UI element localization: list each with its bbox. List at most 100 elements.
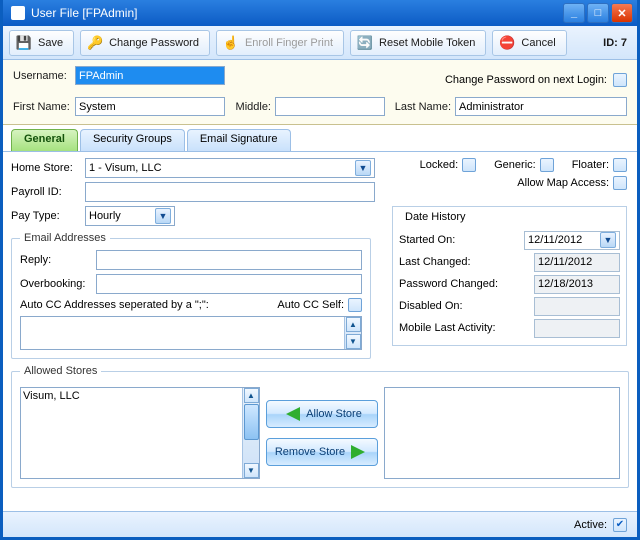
floater-label: Floater: (572, 159, 609, 171)
home-store-combo[interactable]: 1 - Visum, LLC ▼ (85, 158, 375, 178)
pwd-changed-field: 12/18/2013 (534, 275, 620, 294)
home-store-label: Home Store: (11, 162, 81, 174)
change-on-next-checkbox[interactable] (613, 73, 627, 87)
date-history-box: Date History Started On: 12/11/2012 ▼ La… (392, 206, 627, 346)
scrollbar[interactable]: ▲ ▼ (242, 388, 259, 478)
tab-email-signature[interactable]: Email Signature (187, 129, 291, 151)
overbooking-field[interactable] (96, 274, 362, 294)
key-icon (87, 35, 103, 51)
pay-type-value: Hourly (89, 210, 121, 222)
scroll-down-icon[interactable]: ▼ (244, 463, 259, 478)
reply-label: Reply: (20, 254, 92, 266)
tab-content-general: Home Store: 1 - Visum, LLC ▼ Payroll ID:… (3, 152, 637, 511)
arrow-left-icon (282, 407, 300, 421)
generic-label: Generic: (494, 159, 536, 171)
autocc-label: Auto CC Addresses seperated by a ";": (20, 299, 209, 311)
minimize-button[interactable]: _ (563, 3, 585, 23)
allow-store-button[interactable]: Allow Store (266, 400, 378, 428)
window-title: User File [FPAdmin] (31, 6, 563, 20)
email-addresses-box: Email Addresses Reply: Overbooking: Auto… (11, 232, 371, 359)
available-stores-list[interactable]: Visum, LLC ▲ ▼ (20, 387, 260, 479)
allowed-stores-list[interactable] (384, 387, 620, 479)
chevron-down-icon: ▼ (600, 232, 616, 248)
remove-store-button[interactable]: Remove Store (266, 438, 378, 466)
disabled-on-field (534, 297, 620, 316)
app-window: User File [FPAdmin] _ □ ✕ Save Change Pa… (0, 0, 640, 540)
generic-checkbox[interactable] (540, 158, 554, 172)
right-flags: Locked: Generic: Floater: Allow Map Acce… (392, 158, 627, 194)
mobile-last-field (534, 319, 620, 338)
scroll-thumb[interactable] (244, 404, 259, 440)
active-label: Active: (574, 519, 607, 531)
date-history-legend: Date History (401, 211, 470, 223)
footer: Active: ✔ (3, 511, 637, 537)
toolbar: Save Change Password Enroll Finger Print… (3, 26, 637, 60)
email-addresses-legend: Email Addresses (20, 232, 110, 244)
pay-type-combo[interactable]: Hourly ▼ (85, 206, 175, 226)
allow-map-label: Allow Map Access: (517, 177, 609, 189)
mobile-last-label: Mobile Last Activity: (399, 322, 496, 334)
tab-bar: General Security Groups Email Signature (3, 125, 637, 152)
titlebar[interactable]: User File [FPAdmin] _ □ ✕ (3, 0, 637, 26)
change-on-next-label: Change Password on next Login: (445, 74, 607, 86)
pay-type-label: Pay Type: (11, 210, 81, 222)
lastname-label: Last Name: (385, 101, 455, 113)
last-changed-field: 12/11/2012 (534, 253, 620, 272)
store-transfer-buttons: Allow Store Remove Store (266, 387, 378, 479)
app-icon (11, 6, 25, 20)
arrow-right-icon (351, 445, 369, 459)
fingerprint-icon (223, 35, 239, 51)
reset-mobile-button[interactable]: Reset Mobile Token (350, 30, 486, 56)
chevron-down-icon: ▼ (355, 160, 371, 176)
form-header: Username: Change Password on next Login:… (3, 60, 637, 125)
floater-checkbox[interactable] (613, 158, 627, 172)
middle-label: Middle: (225, 101, 275, 113)
list-item[interactable]: Visum, LLC (23, 390, 257, 402)
last-changed-label: Last Changed: (399, 256, 471, 268)
enroll-fingerprint-label: Enroll Finger Print (245, 37, 333, 49)
home-store-value: 1 - Visum, LLC (89, 162, 162, 174)
payroll-id-field[interactable] (85, 182, 375, 202)
disabled-on-label: Disabled On: (399, 300, 463, 312)
allow-map-checkbox[interactable] (613, 176, 627, 190)
firstname-field[interactable] (75, 97, 225, 116)
tab-security-groups[interactable]: Security Groups (80, 129, 185, 151)
tab-general[interactable]: General (11, 129, 78, 151)
scroll-up-icon[interactable]: ▲ (244, 388, 259, 403)
cancel-label: Cancel (521, 37, 555, 49)
autocc-self-checkbox[interactable] (348, 298, 362, 312)
firstname-label: First Name: (13, 101, 75, 113)
lastname-field[interactable] (455, 97, 627, 116)
save-icon (16, 35, 32, 51)
reset-icon (357, 35, 373, 51)
reset-mobile-label: Reset Mobile Token (379, 37, 475, 49)
locked-checkbox[interactable] (462, 158, 476, 172)
locked-label: Locked: (420, 159, 459, 171)
autocc-self-label: Auto CC Self: (277, 299, 344, 311)
change-password-button[interactable]: Change Password (80, 30, 210, 56)
started-on-field[interactable]: 12/11/2012 ▼ (524, 231, 620, 250)
cancel-icon (499, 35, 515, 51)
window-controls: _ □ ✕ (563, 3, 633, 23)
scroll-up-icon[interactable]: ▲ (346, 317, 361, 332)
active-checkbox[interactable]: ✔ (613, 518, 627, 532)
allowed-stores-legend: Allowed Stores (20, 365, 101, 377)
close-button[interactable]: ✕ (611, 3, 633, 23)
save-label: Save (38, 37, 63, 49)
enroll-fingerprint-button[interactable]: Enroll Finger Print (216, 30, 344, 56)
middle-field[interactable] (275, 97, 385, 116)
save-button[interactable]: Save (9, 30, 74, 56)
scrollbar[interactable]: ▲ ▼ (344, 317, 361, 349)
cancel-button[interactable]: Cancel (492, 30, 566, 56)
reply-field[interactable] (96, 250, 362, 270)
overbooking-label: Overbooking: (20, 278, 92, 290)
started-on-label: Started On: (399, 234, 455, 246)
chevron-down-icon: ▼ (155, 208, 171, 224)
change-password-label: Change Password (109, 37, 199, 49)
payroll-id-label: Payroll ID: (11, 186, 81, 198)
autocc-textarea[interactable]: ▲ ▼ (20, 316, 362, 350)
allowed-stores-box: Allowed Stores Visum, LLC ▲ ▼ Allow Stor… (11, 365, 629, 488)
pwd-changed-label: Password Changed: (399, 278, 498, 290)
maximize-button[interactable]: □ (587, 3, 609, 23)
scroll-down-icon[interactable]: ▼ (346, 334, 361, 349)
